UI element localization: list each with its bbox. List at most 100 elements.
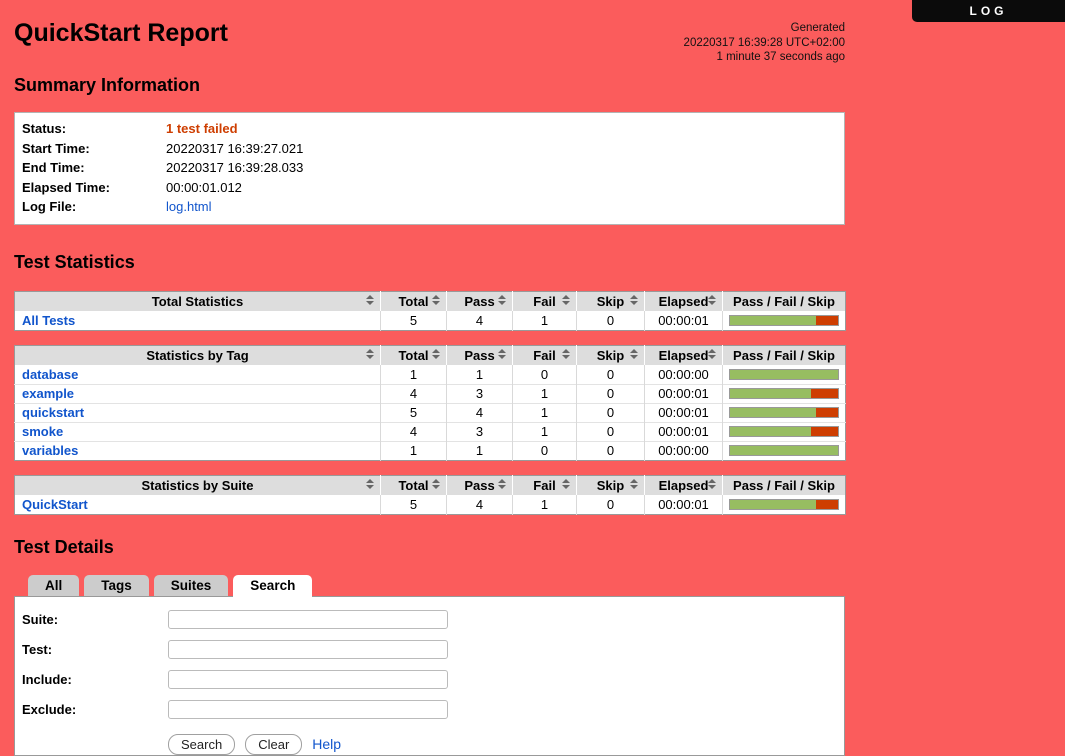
- sort-icon: [630, 479, 638, 491]
- elapsed-cell: 00:00:01: [645, 311, 723, 330]
- pass-fail-bar: [723, 422, 846, 441]
- generated-time: 20220317 16:39:28 UTC+02:00: [684, 36, 845, 51]
- statistics-by-tag-table: Statistics by Tag Total Pass Fail Skip E…: [14, 345, 846, 461]
- tag-link[interactable]: smoke: [22, 424, 63, 439]
- skip-column-header[interactable]: Skip: [577, 475, 645, 495]
- tab-search[interactable]: Search: [233, 575, 312, 597]
- log-file-link[interactable]: log.html: [166, 199, 212, 214]
- form-buttons: Search Clear Help: [168, 734, 844, 755]
- test-field-label: Test:: [22, 642, 168, 657]
- stat-row: smoke 4 3 1 0 00:00:01: [15, 422, 846, 441]
- stat-row: QuickStart 5 4 1 0 00:00:01: [15, 495, 846, 514]
- pass-fail-bar: [723, 311, 846, 330]
- exclude-field-label: Exclude:: [22, 702, 168, 717]
- fail-cell: 0: [513, 365, 577, 384]
- total-column-header[interactable]: Total: [381, 291, 447, 311]
- suite-link[interactable]: QuickStart: [22, 497, 88, 512]
- end-time-value: 20220317 16:39:28.033: [166, 160, 303, 175]
- tab-all[interactable]: All: [28, 575, 79, 596]
- pass-fail-bar: [723, 384, 846, 403]
- total-column-header[interactable]: Total: [381, 475, 447, 495]
- include-input[interactable]: [168, 670, 448, 689]
- sort-icon: [432, 349, 440, 361]
- fail-column-header[interactable]: Fail: [513, 291, 577, 311]
- fail-bar-segment: [811, 389, 838, 398]
- skip-cell: 0: [577, 422, 645, 441]
- skip-cell: 0: [577, 495, 645, 514]
- pass-cell: 1: [447, 441, 513, 460]
- tag-link[interactable]: database: [22, 367, 78, 382]
- elapsed-column-header[interactable]: Elapsed: [645, 345, 723, 365]
- elapsed-cell: 00:00:01: [645, 495, 723, 514]
- tab-tags[interactable]: Tags: [84, 575, 149, 596]
- pass-cell: 4: [447, 403, 513, 422]
- pass-bar-segment: [730, 427, 811, 436]
- table-header-row: Total Statistics Total Pass Fail Skip El…: [15, 291, 846, 311]
- sort-icon: [498, 349, 506, 361]
- elapsed-column-header[interactable]: Elapsed: [645, 475, 723, 495]
- form-row-exclude: Exclude:: [22, 698, 844, 721]
- skip-column-header[interactable]: Skip: [577, 345, 645, 365]
- summary-row-start-time: Start Time: 20220317 16:39:27.021: [15, 139, 844, 159]
- total-column-header[interactable]: Total: [381, 345, 447, 365]
- pass-fail-bar: [723, 441, 846, 460]
- fail-bar-segment: [816, 500, 838, 509]
- tab-suites[interactable]: Suites: [154, 575, 229, 596]
- summary-label: Status:: [15, 121, 166, 136]
- tag-link[interactable]: example: [22, 386, 74, 401]
- table-title-header[interactable]: Statistics by Tag: [15, 345, 381, 365]
- fail-column-header[interactable]: Fail: [513, 345, 577, 365]
- table-title-header[interactable]: Total Statistics: [15, 291, 381, 311]
- statistics-heading: Test Statistics: [0, 225, 1065, 273]
- fail-bar-segment: [816, 408, 838, 417]
- elapsed-cell: 00:00:01: [645, 384, 723, 403]
- summary-label: Start Time:: [15, 141, 166, 156]
- elapsed-column-header[interactable]: Elapsed: [645, 291, 723, 311]
- sort-icon: [708, 349, 716, 361]
- pass-column-header[interactable]: Pass: [447, 475, 513, 495]
- statistics-by-suite-table: Statistics by Suite Total Pass Fail Skip…: [14, 475, 846, 515]
- exclude-input[interactable]: [168, 700, 448, 719]
- fail-cell: 1: [513, 311, 577, 330]
- summary-label: End Time:: [15, 160, 166, 175]
- help-link[interactable]: Help: [312, 736, 341, 752]
- suite-field-label: Suite:: [22, 612, 168, 627]
- test-input[interactable]: [168, 640, 448, 659]
- total-cell: 5: [381, 495, 447, 514]
- summary-row-status: Status: 1 test failed: [15, 119, 844, 139]
- clear-button[interactable]: Clear: [245, 734, 302, 755]
- fail-bar-segment: [816, 316, 838, 325]
- pass-column-header[interactable]: Pass: [447, 345, 513, 365]
- tag-link[interactable]: variables: [22, 443, 78, 458]
- sort-icon: [562, 295, 570, 307]
- start-time-value: 20220317 16:39:27.021: [166, 141, 303, 156]
- graph-column-header: Pass / Fail / Skip: [723, 345, 846, 365]
- fail-cell: 1: [513, 403, 577, 422]
- pass-bar-segment: [730, 446, 838, 455]
- elapsed-cell: 00:00:01: [645, 422, 723, 441]
- pass-bar-segment: [730, 389, 811, 398]
- stat-row: example 4 3 1 0 00:00:01: [15, 384, 846, 403]
- page-title: QuickStart Report: [0, 0, 1065, 48]
- pass-cell: 1: [447, 365, 513, 384]
- skip-column-header[interactable]: Skip: [577, 291, 645, 311]
- tag-link[interactable]: quickstart: [22, 405, 84, 420]
- total-cell: 1: [381, 365, 447, 384]
- log-button[interactable]: LOG: [912, 0, 1065, 22]
- sort-icon: [432, 479, 440, 491]
- pass-column-header[interactable]: Pass: [447, 291, 513, 311]
- report-page: LOG Generated 20220317 16:39:28 UTC+02:0…: [0, 0, 1065, 749]
- sort-icon: [366, 479, 374, 491]
- skip-cell: 0: [577, 441, 645, 460]
- sort-icon: [562, 479, 570, 491]
- pass-fail-bar: [723, 365, 846, 384]
- summary-heading: Summary Information: [0, 48, 1065, 96]
- table-header-row: Statistics by Tag Total Pass Fail Skip E…: [15, 345, 846, 365]
- stat-name-link[interactable]: All Tests: [22, 313, 75, 328]
- table-title-header[interactable]: Statistics by Suite: [15, 475, 381, 495]
- generated-info: Generated 20220317 16:39:28 UTC+02:00 1 …: [684, 21, 845, 65]
- search-button[interactable]: Search: [168, 734, 235, 755]
- fail-column-header[interactable]: Fail: [513, 475, 577, 495]
- suite-input[interactable]: [168, 610, 448, 629]
- skip-cell: 0: [577, 384, 645, 403]
